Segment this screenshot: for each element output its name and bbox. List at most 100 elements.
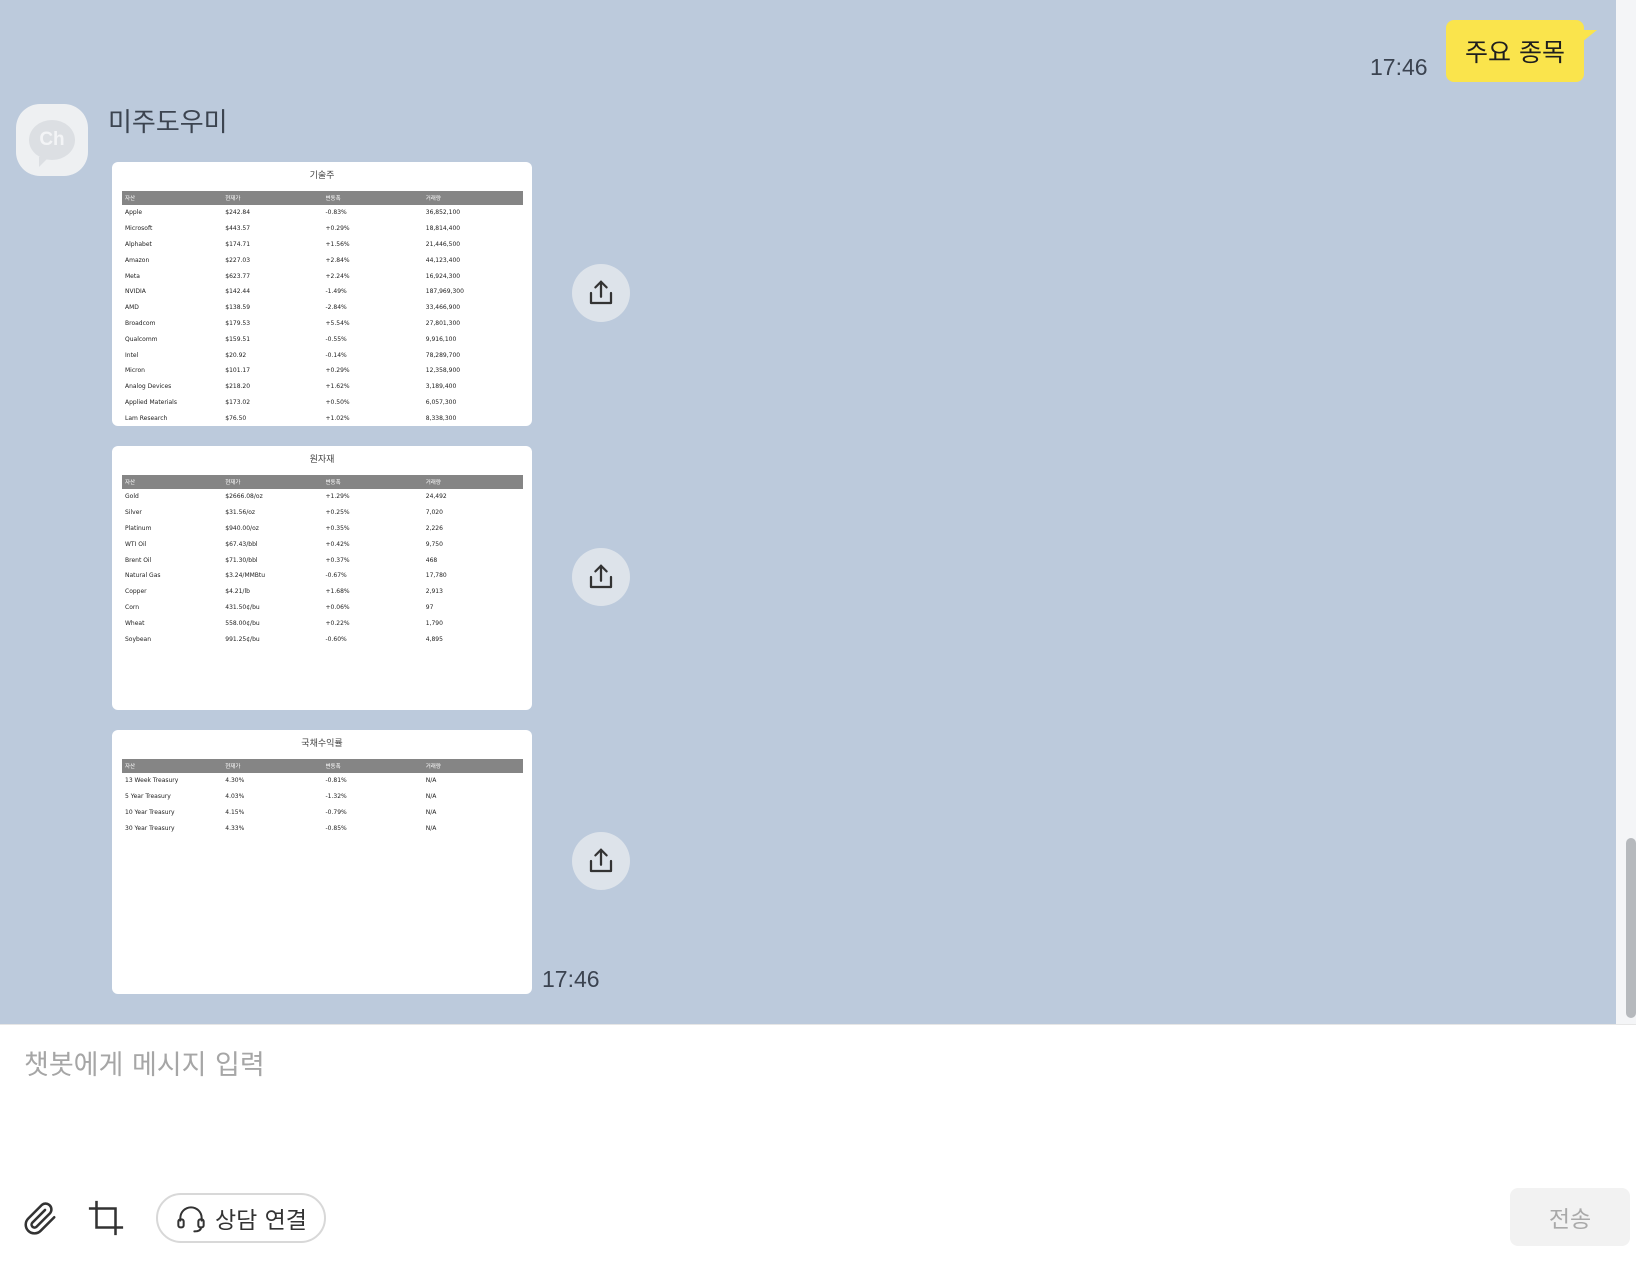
table-header: 자산 현재가 변동폭 거래량 <box>122 759 523 773</box>
table-cell: -0.14% <box>325 351 347 359</box>
table-cell: +0.29% <box>325 367 350 375</box>
table-cell: -0.85% <box>325 824 347 832</box>
table-cell: +2.84% <box>325 256 350 264</box>
table-cell: 97 <box>425 603 434 611</box>
table-cell: $443.57 <box>225 225 251 233</box>
table-row: NVIDIA $142.44 -1.49% 187,969,300 <box>122 284 523 300</box>
table-cell: $67.43/bbl <box>225 540 258 548</box>
table-cell: Natural Gas <box>125 572 161 580</box>
attach-button[interactable] <box>18 1196 62 1240</box>
table-row: Wheat 558.00¢/bu +0.22% 1,790 <box>122 615 523 631</box>
table-cell: 5 Year Treasury <box>125 793 171 801</box>
table-cell: $174.71 <box>225 240 251 248</box>
share-icon <box>589 564 613 589</box>
share-button[interactable] <box>572 264 630 322</box>
table-cell: Broadcom <box>125 319 156 327</box>
table-cell: 6,057,300 <box>425 398 457 406</box>
bot-message-time: 17:46 <box>542 966 600 992</box>
crop-button[interactable] <box>84 1196 128 1240</box>
table-cell: $4.21/lb <box>225 588 250 596</box>
table-row: 13 Week Treasury 4.30% -0.81% N/A <box>122 773 523 789</box>
table-cell: Corn <box>125 603 140 611</box>
table-row: WTI Oil $67.43/bbl +0.42% 9,750 <box>122 536 523 552</box>
table-row: Corn 431.50¢/bu +0.06% 97 <box>122 600 523 616</box>
table-cell: $179.53 <box>225 319 251 327</box>
table-row: Apple $242.84 -0.83% 36,852,100 <box>122 205 523 221</box>
table-cell: 24,492 <box>425 493 447 501</box>
table-cell: 30 Year Treasury <box>125 824 175 832</box>
table-cell: 3,189,400 <box>425 383 457 391</box>
table-cell: +0.35% <box>325 524 350 532</box>
table-cell: $940.00/oz <box>225 524 259 532</box>
table-cell: $2666.08/oz <box>225 493 263 501</box>
table-header: 자산 현재가 변동폭 거래량 <box>122 475 523 489</box>
table-cell: +2.24% <box>325 272 350 280</box>
send-button[interactable]: 전송 <box>1510 1188 1630 1246</box>
table-image-card[interactable]: 원자재 자산 현재가 변동폭 거래량 Gold $2666.08/oz +1.29% 24,49… <box>112 446 532 710</box>
table-row: Lam Research $76.50 +1.02% 8,338,300 <box>122 410 523 426</box>
table-cell: Analog Devices <box>125 383 172 391</box>
share-button[interactable] <box>572 548 630 606</box>
table-cell: N/A <box>425 808 437 816</box>
table-cell: $173.02 <box>225 398 251 406</box>
channel-icon: Ch <box>29 120 75 167</box>
table-cell: 78,289,700 <box>425 351 461 359</box>
header-cell: 자산 <box>125 764 136 770</box>
bot-name: 미주도우미 <box>108 108 228 138</box>
table-cell: $138.59 <box>225 304 251 312</box>
crop-icon <box>88 1200 124 1236</box>
message-input[interactable] <box>24 1043 1604 1153</box>
user-message-bubble[interactable]: 주요 종목 <box>1446 20 1584 82</box>
table-cell: 2,226 <box>425 524 443 532</box>
table-cell: +1.29% <box>325 493 350 501</box>
table-cell: $101.17 <box>225 367 251 375</box>
table-cell: -1.49% <box>325 288 347 296</box>
table-row: Intel $20.92 -0.14% 78,289,700 <box>122 347 523 363</box>
table-row: 30 Year Treasury 4.33% -0.85% N/A <box>122 820 523 836</box>
headset-icon <box>177 1206 205 1233</box>
table-cell: AMD <box>125 304 139 312</box>
header-cell: 거래량 <box>425 480 441 486</box>
header-cell: 현재가 <box>225 480 241 486</box>
table-image-card[interactable]: 기술주 자산 현재가 변동폭 거래량 Apple $242.84 -0.83% 36,852,1… <box>112 162 532 426</box>
bot-avatar[interactable]: Ch <box>16 104 88 176</box>
table-cell: -1.32% <box>325 793 347 801</box>
table-cell: $20.92 <box>225 351 247 359</box>
table-row: 5 Year Treasury 4.03% -1.32% N/A <box>122 789 523 805</box>
table-cell: +5.54% <box>325 319 350 327</box>
table-cell: +0.29% <box>325 225 350 233</box>
consult-button[interactable]: 상담 연결 <box>156 1193 326 1243</box>
table-cell: Gold <box>125 493 139 501</box>
chat-area[interactable]: 17:46 주요 종목 Ch 미주도우미 기술주 자산 현재가 변동폭 거래량 Apple… <box>0 0 1636 1024</box>
scrollbar-thumb[interactable] <box>1626 838 1636 1018</box>
table-cell: 36,852,100 <box>425 209 461 217</box>
user-bubble-tail <box>1577 30 1597 46</box>
table-row: Applied Materials $173.02 +0.50% 6,057,300 <box>122 395 523 411</box>
table-cell: $623.77 <box>225 272 251 280</box>
table-cell: +0.25% <box>325 509 350 517</box>
table-image-card[interactable]: 국채수익률 자산 현재가 변동폭 거래량 13 Week Treasury 4.30% -0.… <box>112 730 532 994</box>
table-cell: +1.62% <box>325 383 350 391</box>
table-cell: 12,358,900 <box>425 367 461 375</box>
table-row: Copper $4.21/lb +1.68% 2,913 <box>122 584 523 600</box>
table-row: Amazon $227.03 +2.84% 44,123,400 <box>122 252 523 268</box>
header-cell: 현재가 <box>225 196 241 202</box>
table-cell: 558.00¢/bu <box>225 619 260 627</box>
table-cell: $159.51 <box>225 335 251 343</box>
header-cell: 변동폭 <box>325 196 341 202</box>
table-cell: Soybean <box>125 635 152 643</box>
table-cell: Platinum <box>125 524 152 532</box>
table-row: Platinum $940.00/oz +0.35% 2,226 <box>122 521 523 537</box>
share-icon <box>589 280 613 305</box>
table-cell: Intel <box>125 351 139 359</box>
table-cell: Alphabet <box>125 240 152 248</box>
table-cell: +0.37% <box>325 556 350 564</box>
share-button[interactable] <box>572 832 630 890</box>
table-row: Gold $2666.08/oz +1.29% 24,492 <box>122 489 523 505</box>
table-cell: 1,790 <box>425 619 443 627</box>
table-cell: 8,338,300 <box>425 414 457 422</box>
header-cell: 변동폭 <box>325 764 341 770</box>
data-table: 자산 현재가 변동폭 거래량 Apple $242.84 -0.83% 36,852,100 M… <box>122 191 523 426</box>
table-cell: Brent Oil <box>125 556 152 564</box>
data-table: 자산 현재가 변동폭 거래량 13 Week Treasury 4.30% -0.81% N/… <box>122 759 523 836</box>
